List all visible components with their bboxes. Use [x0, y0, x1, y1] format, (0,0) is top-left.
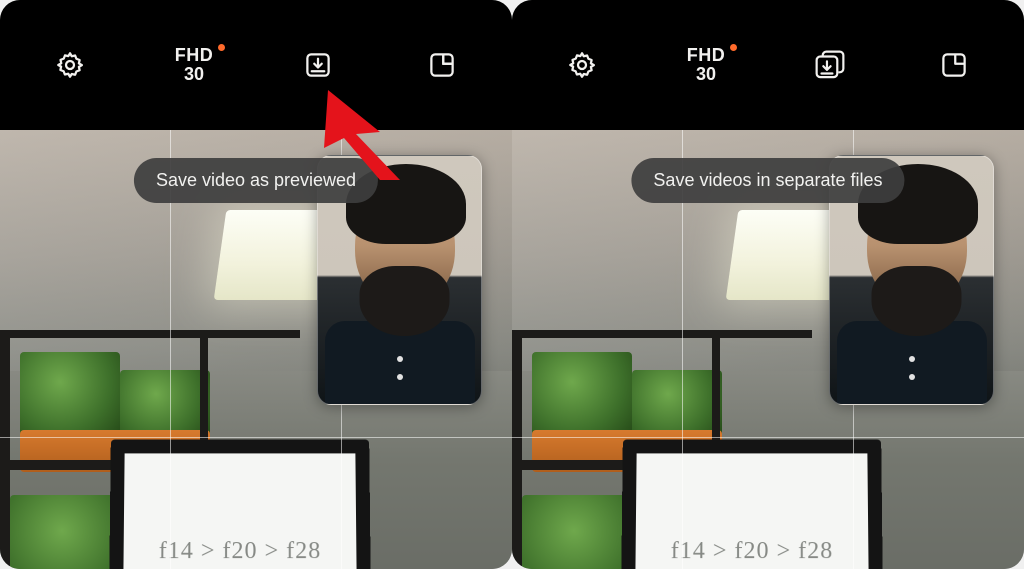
viewfinder[interactable]: f14 > f20 > f28 Save video as previewed [0, 130, 512, 569]
gear-icon [567, 50, 597, 80]
recording-indicator-dot [730, 44, 737, 51]
whiteboard-text: f14 > f20 > f28 [671, 538, 834, 565]
save-single-icon [303, 50, 333, 80]
gear-icon [55, 50, 85, 80]
save-separate-icon [813, 48, 847, 82]
resolution-button[interactable]: FHD 30 [175, 46, 214, 84]
settings-button[interactable] [564, 47, 600, 83]
layout-button[interactable] [424, 47, 460, 83]
fps-label: 30 [175, 65, 214, 84]
tooltip-text: Save videos in separate files [653, 170, 882, 190]
comparison-container: FHD 30 [0, 0, 1024, 569]
tooltip-text: Save video as previewed [156, 170, 356, 190]
save-mode-tooltip: Save videos in separate files [631, 158, 904, 203]
save-mode-button[interactable] [812, 47, 848, 83]
resolution-label: FHD [687, 46, 726, 65]
pip-layout-icon [427, 50, 457, 80]
save-mode-tooltip: Save video as previewed [134, 158, 378, 203]
save-mode-button[interactable] [300, 47, 336, 83]
grid-line [512, 437, 1024, 438]
whiteboard: f14 > f20 > f28 [621, 440, 883, 569]
whiteboard-text: f14 > f20 > f28 [159, 538, 322, 565]
layout-button[interactable] [936, 47, 972, 83]
resolution-button[interactable]: FHD 30 [687, 46, 726, 84]
whiteboard: f14 > f20 > f28 [109, 440, 371, 569]
top-toolbar: FHD 30 [512, 0, 1024, 130]
pip-layout-icon [939, 50, 969, 80]
viewfinder[interactable]: f14 > f20 > f28 Save videos in separate … [512, 130, 1024, 569]
camera-screen-left: FHD 30 [0, 0, 512, 569]
camera-screen-right: FHD 30 [512, 0, 1024, 569]
top-toolbar: FHD 30 [0, 0, 512, 130]
fps-label: 30 [687, 65, 726, 84]
resolution-label: FHD [175, 46, 214, 65]
settings-button[interactable] [52, 47, 88, 83]
grid-line [0, 437, 512, 438]
recording-indicator-dot [218, 44, 225, 51]
